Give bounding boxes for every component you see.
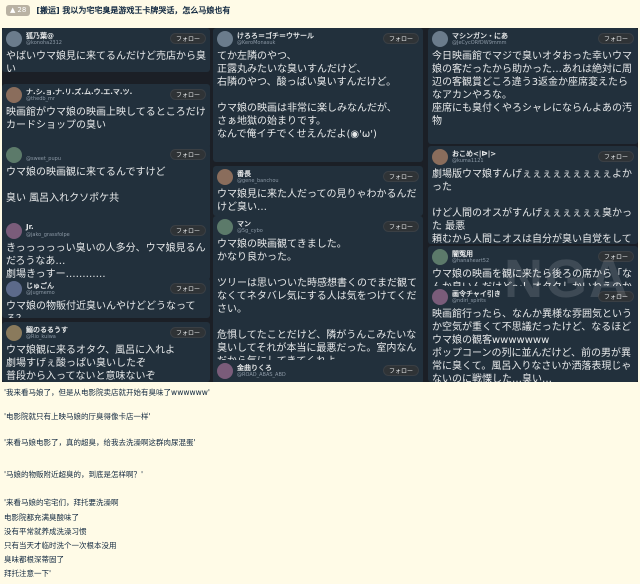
avatar[interactable] (6, 223, 22, 239)
tweet-screenshot-collage: 狐乃葉@ @konoha2312 フォロー やばいウマ娘見に来てるんだけど売店から臭い… (2, 28, 638, 382)
tweet-header: おこめ<|ᐅ|> @kuma1121 フォロー (428, 146, 638, 168)
tweet-card: 鰯のるるうす @Rio_kuiwa フォロー ウマ娘観に来るオタク、風呂に入れよ 劇場… (2, 322, 210, 382)
avatar[interactable] (6, 147, 22, 163)
follow-button[interactable]: フォロー (382, 171, 419, 182)
follow-button[interactable]: フォロー (597, 291, 634, 302)
tweet-text: きっっっっっい臭いの人多分、ウマ娘見るんだろうなあ… 劇場きっすー………… (6, 243, 206, 280)
avatar[interactable] (6, 281, 22, 297)
tweet-column-1: 狐乃葉@ @konoha2312 フォロー やばいウマ娘見に来てるんだけど売店から臭い… (2, 28, 210, 382)
tweet-text: 今日映画館でマジで臭いオタおった幸いウマ娘の客だったから助かった…あれは絶対に周… (432, 51, 632, 127)
follow-button[interactable]: フォロー (169, 283, 206, 294)
avatar[interactable] (217, 31, 233, 47)
avatar[interactable] (432, 149, 448, 165)
caption-line: '马娘的物贩附近超臭的，到底是怎样啊？' (4, 470, 144, 479)
thumb-icon: ▲ (10, 5, 16, 14)
tweet-text: 映画館がウマ娘の映画上映してるところだけカードショップの臭い (6, 107, 206, 131)
caption-line: 没有平常就养成洗澡习惯 (4, 527, 87, 536)
user-handle: @Jugmemo (26, 290, 55, 296)
tweet-text: 劇場版ウマ娘すんげぇぇぇぇぇぇぇぇぇよかった けど人間のオスがすんげぇぇぇぇぇぇ… (432, 169, 632, 244)
thread-title: [搬运] 我以为宅宅臭是游戏王卡牌哭话，怎么马娘也有 (36, 5, 231, 15)
tweet-text: ウマ娘の映画観てきました。 かなり良かった。 ツリーは思いついた時感想書くのでま… (217, 239, 417, 366)
caption-line: 只有当天才临时洗个一次根本没用 (4, 541, 117, 550)
tweet-header: マシンガン・にあ @JeCycORfDW9mmm フォロー (428, 28, 638, 50)
caption-line: 电影院都充满臭酸味了 (4, 513, 79, 522)
avatar[interactable] (432, 31, 448, 47)
caption-line: 臭味都根深蒂固了 (4, 555, 64, 564)
tweet-card: 画令チャイ引き @ndiri_spirits フォロー 映画館行ったら、なんか異様な雰… (428, 286, 638, 382)
tweet-text: ウマ娘見に来た人だっての見りゃわかるんだけど臭い… (217, 189, 417, 213)
tweet-header: 鰯のるるうす @Rio_kuiwa フォロー (2, 322, 210, 344)
tweet-card: 金曲りくろ@ROAD_ABAS_ABDフォローウマ娘の映画臭いオタクが多かった … (213, 360, 423, 382)
follow-button[interactable]: フォロー (169, 149, 206, 160)
tweet-header: Jr. @jako_grassfolpe フォロー (2, 220, 210, 242)
avatar[interactable] (217, 219, 233, 235)
follow-button[interactable]: フォロー (169, 33, 206, 44)
avatar[interactable] (217, 363, 233, 379)
tweet-header: 画令チャイ引き @ndiri_spirits フォロー (428, 286, 638, 308)
user-handle: @5g_cybo (237, 228, 263, 234)
reply-count-badge: ▲ 28 (6, 4, 31, 16)
avatar[interactable] (432, 249, 448, 265)
tweet-header: 闇冤用 @hanaheart52 フォロー (428, 246, 638, 268)
user-handle: @thedb_mr (26, 96, 55, 102)
tweet-card: けろろ＝ゴチ＝ウサール @KeroMonasuk フォロー てか左隣のやつ、 正露丸み… (213, 28, 423, 162)
tweet-card: おこめ<|ᐅ|> @kuma1121 フォロー 劇場版ウマ娘すんげぇぇぇぇぇぇぇぇぇよ… (428, 146, 638, 244)
thread-header: ▲ 28 [搬运] 我以为宅宅臭是游戏王卡牌哭话，怎么马娘也有 (0, 0, 640, 20)
follow-button[interactable]: フォロー (597, 151, 634, 162)
caption-line: 拜托注意一下' (4, 569, 52, 578)
follow-button[interactable]: フォロー (169, 89, 206, 100)
user-handle: @Rio_kuiwa (26, 334, 56, 340)
user-handle: @JeCycORfDW9mmm (452, 40, 507, 46)
follow-button[interactable]: フォロー (382, 33, 419, 44)
tweet-text: ウマ娘の物販付近臭いんやけどどうなってる？ (6, 301, 196, 318)
avatar[interactable] (217, 169, 233, 185)
tweet-text: 映画館行ったら、なんか異様な雰囲気というか空気が重くて不思議だったけど、なるほど… (432, 309, 632, 382)
tweet-text: ウマ娘観に来るオタク、風呂に入れよ 劇場すげぇ酸っぱい臭いしたぞ 普段から入って… (6, 345, 176, 382)
user-handle: @jako_grassfolpe (26, 232, 70, 238)
follow-button[interactable]: フォロー (382, 221, 419, 232)
user-handle: @KeroMonasuk (237, 40, 276, 46)
tweet-header: 番長 @gene_banchou フォロー (213, 166, 423, 188)
tweet-header: マン @5g_cybo フォロー (213, 216, 423, 238)
follow-button[interactable]: フォロー (382, 365, 419, 376)
tweet-card: じゅごん@Jugmemoフォローウマ娘の物販付近臭いんやけどどうなってる？ (2, 278, 210, 318)
user-handle: @sweet_pupu (26, 156, 61, 162)
user-handle: @gene_banchou (237, 178, 279, 184)
follow-button[interactable]: フォロー (597, 33, 634, 44)
caption-line: '来看马娘的宅宅们，拜托要洗澡啊 (4, 498, 119, 507)
user-handle: @ndiri_spirits (452, 298, 486, 304)
tweet-card: 狐乃葉@ @konoha2312 フォロー やばいウマ娘見に来てるんだけど売店から臭い… (2, 28, 210, 72)
tweet-header: @sweet_pupu フォロー (2, 144, 210, 166)
follow-button[interactable]: フォロー (169, 327, 206, 338)
tweet-card: 番長 @gene_banchou フォロー ウマ娘見に来た人だっての見りゃわかるんだけ… (213, 166, 423, 216)
follow-button[interactable]: フォロー (597, 251, 634, 262)
username[interactable]: Jr. (26, 223, 34, 231)
follow-button[interactable]: フォロー (169, 225, 206, 236)
tweet-card: マン @5g_cybo フォロー ウマ娘の映画観てきました。 かなり良かった。 ツリー… (213, 216, 423, 366)
tweet-header: 金曲りくろ @ROAD_ABAS_ABD フォロー (213, 360, 423, 382)
tweet-header: けろろ＝ゴチ＝ウサール @KeroMonasuk フォロー (213, 28, 423, 50)
tweet-text: やばいウマ娘見に来てるんだけど売店から臭い wwwwwwwwwwwwwwwwww… (6, 51, 206, 72)
caption-line: '我来看马娘了，但是从电影院卖店就开始有臭味了wwwwww' (4, 388, 210, 397)
user-handle: @kuma1121 (452, 158, 484, 164)
avatar[interactable] (6, 87, 22, 103)
caption-line: '电影院就只有上映马娘的厅臭得像卡店一样' (4, 412, 151, 421)
tweet-column-2: けろろ＝ゴチ＝ウサール @KeroMonasuk フォロー てか左隣のやつ、 正露丸み… (213, 28, 423, 382)
avatar[interactable] (6, 31, 22, 47)
tweet-column-3: マシンガン・にあ @JeCycORfDW9mmm フォロー 今日映画館でマジで臭いオタ… (428, 28, 638, 382)
tweet-text: てか左隣のやつ、 正露丸みたいな臭いすんだけど、 右隣のやつ、酸っぱい臭いすんだ… (217, 51, 397, 140)
user-handle: @konoha2312 (26, 40, 62, 46)
caption-line: '来看马娘电影了，真的超臭，给我去洗澡啊这群肉尿混蛋' (4, 438, 196, 447)
tweet-card: ナ.シ.ョ.ナ.リ.ズ.ム.ウ.エ.マ.ツ. @thedb_mr フォロー 映画館がウ… (2, 84, 210, 148)
tweet-header: じゅごん @Jugmemo フォロー (2, 278, 210, 300)
tweet-header: ナ.シ.ョ.ナ.リ.ズ.ム.ウ.エ.マ.ツ. @thedb_mr フォロー (2, 84, 210, 106)
avatar[interactable] (432, 289, 448, 305)
tweet-card: Jr. @jako_grassfolpe フォローきっっっっっい臭いの人多分、ウマ娘… (2, 220, 210, 280)
user-handle: @hanaheart52 (452, 258, 490, 264)
tweet-header: 狐乃葉@ @konoha2312 フォロー (2, 28, 210, 50)
tweet-card: マシンガン・にあ @JeCycORfDW9mmm フォロー 今日映画館でマジで臭いオタ… (428, 28, 638, 144)
avatar[interactable] (6, 325, 22, 341)
user-handle: @ROAD_ABAS_ABD (237, 372, 286, 378)
